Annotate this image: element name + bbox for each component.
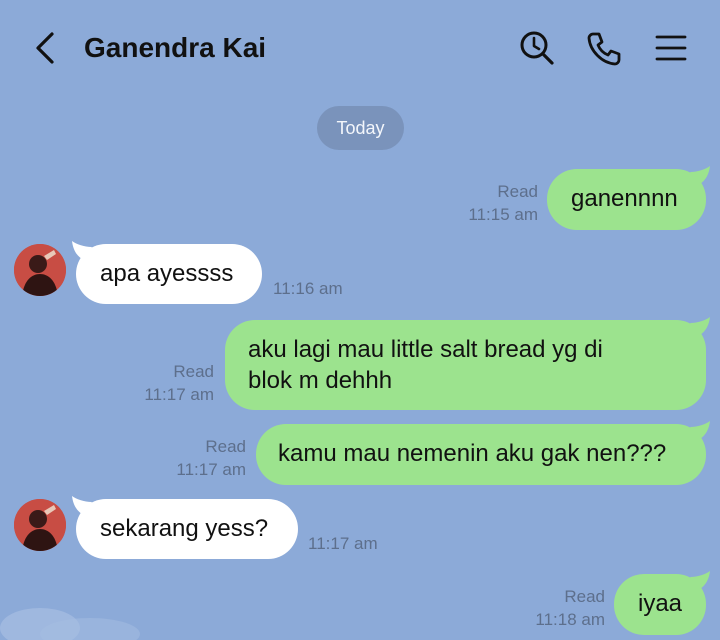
contact-avatar[interactable] [14,499,66,551]
message-text: iyaa [638,590,683,617]
message-time: 11:18 am [535,610,605,629]
phone-icon[interactable] [584,28,624,68]
bubble-tail [690,317,710,335]
message-bubble-outgoing[interactable]: iyaa [614,571,710,635]
avatar-image [14,499,66,551]
read-status: Read [173,362,214,381]
message-text: ganennnn [571,185,678,212]
bubble-tail [690,571,710,589]
message-text-line: blok m dehhh [248,367,393,394]
read-status: Read [497,182,538,201]
bubble-tail [72,496,92,514]
message-text-line: aku lagi mau little salt bread yg di [248,336,603,363]
message-bubble-outgoing[interactable]: kamu mau nemenin aku gak nen??? [256,421,710,485]
bubble-tail [690,166,710,184]
message-time: 11:17 am [176,460,246,479]
message-meta: Read 11:17 am [148,435,246,481]
message-bubble-incoming[interactable]: apa ayessss [72,241,262,304]
message-meta: Read 11:18 am [507,585,605,631]
message-time: 11:15 am [468,205,538,224]
read-status: Read [205,437,246,456]
message-text: kamu mau nemenin aku gak nen??? [278,440,667,467]
menu-icon[interactable] [651,28,691,68]
bubble-tail [690,421,710,439]
message-time: 11:17 am [144,385,214,404]
message-meta: Read 11:15 am [440,180,538,226]
message-time: 11:17 am [308,534,378,553]
chat-title[interactable]: Ganendra Kai [84,30,266,66]
message-time: 11:16 am [273,279,343,298]
contact-avatar[interactable] [14,244,66,296]
message-text: sekarang yess? [100,515,269,542]
chat-header: Ganendra Kai [0,0,720,96]
back-chevron-icon[interactable] [30,28,62,68]
message-text: apa ayessss [100,260,234,287]
search-clock-icon[interactable] [517,28,557,68]
message-bubble-outgoing[interactable]: ganennnn [547,166,710,230]
avatar-image [14,244,66,296]
message-bubble-incoming[interactable]: sekarang yess? [72,496,298,559]
date-separator: Today [317,106,404,150]
background-cloud-decoration [0,608,140,640]
message-bubble-outgoing[interactable]: aku lagi mau little salt bread yg di blo… [225,317,710,410]
bubble-tail [72,241,92,259]
read-status: Read [564,587,605,606]
message-meta: Read 11:17 am [116,360,214,406]
